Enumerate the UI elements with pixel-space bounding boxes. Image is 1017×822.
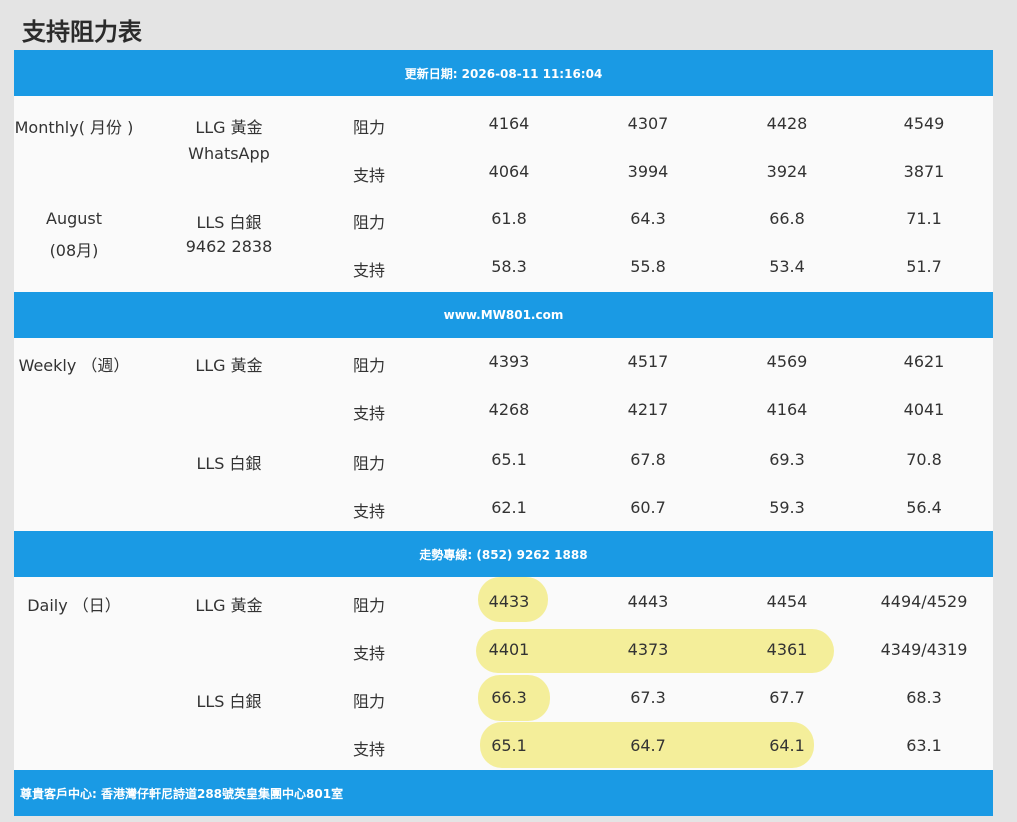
- daily-period-label: Daily （日）: [27, 596, 121, 615]
- website-band: www.MW801.com: [14, 292, 993, 338]
- value-cell: 62.1: [491, 498, 527, 517]
- value-cell: 51.7: [906, 257, 942, 276]
- type-support: 支持: [352, 166, 385, 185]
- value-cell: 4393: [488, 352, 530, 371]
- type-support: 支持: [352, 740, 385, 759]
- value-cell: 61.8: [491, 209, 527, 228]
- value-cell: 64.3: [630, 209, 666, 228]
- monthly-month-number: (08月): [49, 241, 99, 260]
- update-date-band: 更新日期: 2026-08-11 11:16:04: [14, 50, 993, 96]
- value-cell: 4517: [627, 352, 669, 371]
- value-cell: 4164: [766, 400, 808, 419]
- daily-silver-label: LLS 白銀: [196, 692, 262, 711]
- value-cell: 64.1: [769, 736, 805, 755]
- value-cell: 4164: [488, 114, 530, 133]
- value-cell: 67.8: [630, 450, 666, 469]
- monthly-gold-label: LLG 黃金: [195, 118, 263, 137]
- value-cell: 4549: [903, 114, 945, 133]
- monthly-month-label: August: [46, 209, 102, 228]
- monthly-whatsapp-label: WhatsApp: [188, 144, 270, 163]
- hotline-band: 走勢專線: (852) 9262 1888: [14, 531, 993, 577]
- type-support: 支持: [352, 644, 385, 663]
- type-support: 支持: [352, 261, 385, 280]
- value-cell: 70.8: [906, 450, 942, 469]
- value-cell: 4443: [627, 592, 669, 611]
- value-cell: 56.4: [906, 498, 942, 517]
- value-cell: 66.8: [769, 209, 805, 228]
- support-resistance-table: 更新日期: 2026-08-11 11:16:04 Monthly( 月份 ) …: [14, 50, 993, 816]
- weekly-period-label: Weekly （週）: [18, 356, 130, 375]
- type-support: 支持: [352, 404, 385, 423]
- value-cell: 65.1: [491, 736, 527, 755]
- value-cell: 4621: [903, 352, 945, 371]
- value-cell: 65.1: [491, 450, 527, 469]
- value-cell: 67.3: [630, 688, 666, 707]
- value-cell: 4494/4529: [880, 592, 968, 611]
- value-cell: 4349/4319: [880, 640, 968, 659]
- type-resistance: 阻力: [352, 356, 385, 375]
- monthly-period-label: Monthly( 月份 ): [14, 118, 134, 137]
- value-cell: 69.3: [769, 450, 805, 469]
- value-cell: 4217: [627, 400, 669, 419]
- value-cell: 63.1: [906, 736, 942, 755]
- value-cell: 3924: [766, 162, 808, 181]
- value-cell: 4041: [903, 400, 945, 419]
- page-title: 支持阻力表: [22, 18, 142, 46]
- value-cell: 53.4: [769, 257, 805, 276]
- value-cell: 67.7: [769, 688, 805, 707]
- value-cell: 4361: [766, 640, 808, 659]
- value-cell: 4428: [766, 114, 808, 133]
- type-resistance: 阻力: [352, 454, 385, 473]
- value-cell: 55.8: [630, 257, 666, 276]
- value-cell: 4064: [488, 162, 530, 181]
- value-cell: 4569: [766, 352, 808, 371]
- weekly-gold-label: LLG 黃金: [195, 356, 263, 375]
- weekly-silver-label: LLS 白銀: [196, 454, 262, 473]
- value-cell: 3871: [903, 162, 945, 181]
- value-cell: 3994: [627, 162, 669, 181]
- value-cell: 58.3: [491, 257, 527, 276]
- value-cell: 4307: [627, 114, 669, 133]
- monthly-phone-label: 9462 2838: [185, 237, 273, 256]
- type-resistance: 阻力: [352, 692, 385, 711]
- value-cell: 64.7: [630, 736, 666, 755]
- value-cell: 71.1: [906, 209, 942, 228]
- type-resistance: 阻力: [352, 213, 385, 232]
- value-cell: 4433: [488, 592, 530, 611]
- monthly-silver-label: LLS 白銀: [196, 213, 262, 232]
- type-resistance: 阻力: [352, 118, 385, 137]
- value-cell: 4454: [766, 592, 808, 611]
- value-cell: 66.3: [491, 688, 527, 707]
- type-support: 支持: [352, 502, 385, 521]
- value-cell: 4373: [627, 640, 669, 659]
- daily-gold-label: LLG 黃金: [195, 596, 263, 615]
- type-resistance: 阻力: [352, 596, 385, 615]
- value-cell: 68.3: [906, 688, 942, 707]
- address-band: 尊貴客戶中心: 香港灣仔軒尼詩道288號英皇集團中心801室: [14, 770, 993, 816]
- value-cell: 59.3: [769, 498, 805, 517]
- value-cell: 4268: [488, 400, 530, 419]
- value-cell: 60.7: [630, 498, 666, 517]
- value-cell: 4401: [488, 640, 530, 659]
